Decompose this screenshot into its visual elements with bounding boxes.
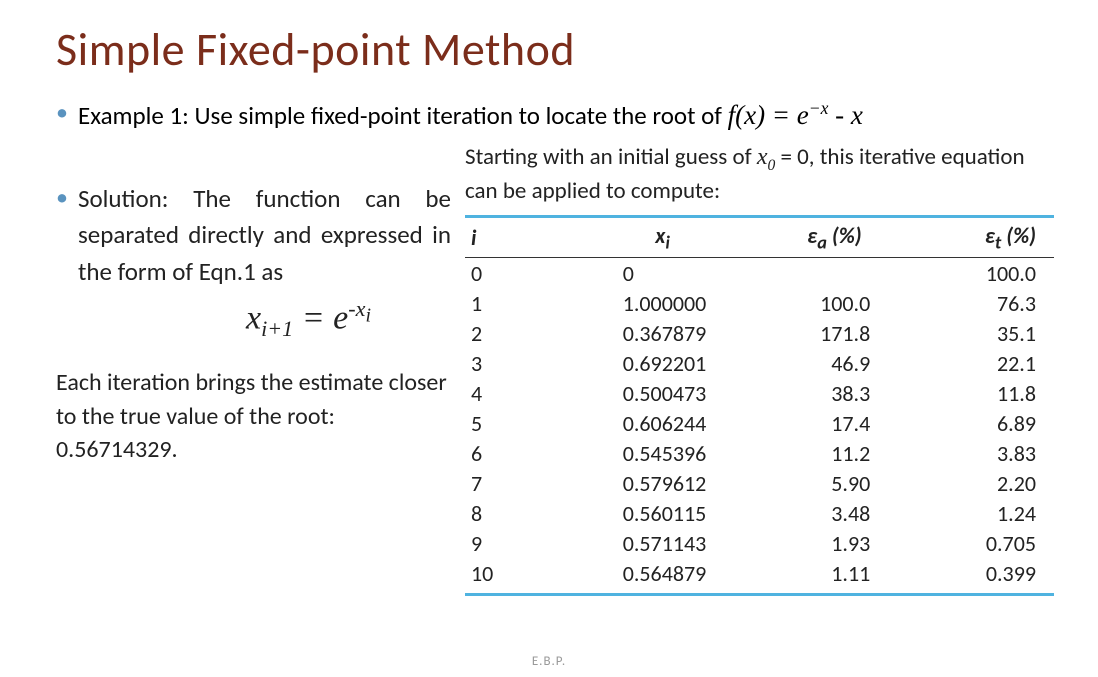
cell-ea: 46.9 [759,348,911,378]
cell-et: 0.399 [910,558,1054,594]
table-row: 100.5648791.110.399 [465,558,1054,594]
cell-i: 8 [465,498,567,528]
cell-xi: 0.500473 [567,378,759,408]
table-row: 30.69220146.922.1 [465,348,1054,378]
cell-xi: 0.560115 [567,498,759,528]
cell-et: 3.83 [910,438,1054,468]
cell-i: 7 [465,468,567,498]
cell-et: 2.20 [910,468,1054,498]
col-header-i: i [465,217,567,258]
cell-xi: 0.367879 [567,318,759,348]
cell-i: 4 [465,378,567,408]
table-row: 11.000000100.076.3 [465,288,1054,318]
cell-i: 3 [465,348,567,378]
example-bullet: • Example 1: Use simple fixed-point iter… [56,96,1054,135]
cell-xi: 0.564879 [567,558,759,594]
cell-ea: 100.0 [759,288,911,318]
cell-et: 35.1 [910,318,1054,348]
cell-ea: 11.2 [759,438,911,468]
iteration-equation: xi+1 = e-xi [166,296,451,342]
cell-xi: 0.579612 [567,468,759,498]
cell-ea: 3.48 [759,498,911,528]
iteration-table: i xi εa (%) εt (%) 00100.011.000000100.0… [465,215,1054,596]
convergence-text: Each iteration brings the estimate close… [56,366,451,467]
table-row: 90.5711431.930.705 [465,528,1054,558]
left-column: • Solution: The function can be separate… [56,141,465,596]
two-column-area: • Solution: The function can be separate… [56,141,1054,596]
table-row: 00 100.0 [465,258,1054,289]
cell-i: 6 [465,438,567,468]
solution-text: Solution: The function can be separated … [78,181,451,290]
cell-xi: 0.692201 [567,348,759,378]
starting-text: Starting with an initial guess of x0 = 0… [465,141,1054,207]
cell-xi: 1.000000 [567,288,759,318]
col-header-xi: xi [567,217,759,258]
cell-i: 5 [465,408,567,438]
example-fx: f(x) = e−x - x [728,100,863,130]
cell-et: 22.1 [910,348,1054,378]
table-header-row: i xi εa (%) εt (%) [465,217,1054,258]
col-header-ea: εa (%) [759,217,911,258]
table-row: 80.5601153.481.24 [465,498,1054,528]
table-row: 20.367879171.835.1 [465,318,1054,348]
cell-ea: 17.4 [759,408,911,438]
cell-xi: 0.571143 [567,528,759,558]
bullet-dot-icon: • [56,96,78,135]
cell-et: 100.0 [910,258,1054,289]
cell-et: 6.89 [910,408,1054,438]
right-column: Starting with an initial guess of x0 = 0… [465,141,1054,596]
cell-et: 11.8 [910,378,1054,408]
table-row: 50.60624417.46.89 [465,408,1054,438]
slide-footer: E.B.P. [0,654,1098,669]
cell-i: 2 [465,318,567,348]
cell-ea: 5.90 [759,468,911,498]
cell-ea: 1.11 [759,558,911,594]
cell-xi: 0.606244 [567,408,759,438]
cell-xi: 0 [567,258,759,289]
bullet-dot-icon: • [56,181,78,290]
example-prefix: Example 1: Use simple fixed-point iterat… [78,100,728,131]
cell-et: 1.24 [910,498,1054,528]
slide: Simple Fixed-point Method • Example 1: U… [0,0,1098,677]
cell-i: 10 [465,558,567,594]
cell-xi: 0.545396 [567,438,759,468]
cell-i: 1 [465,288,567,318]
table-row: 60.54539611.23.83 [465,438,1054,468]
cell-et: 0.705 [910,528,1054,558]
example-text: Example 1: Use simple fixed-point iterat… [78,96,1054,135]
table-body: 00100.011.000000100.076.320.367879171.83… [465,258,1054,595]
table-row: 70.5796125.902.20 [465,468,1054,498]
table-row: 40.50047338.311.8 [465,378,1054,408]
cell-et: 76.3 [910,288,1054,318]
cell-ea: 38.3 [759,378,911,408]
cell-i: 0 [465,258,567,289]
col-header-et: εt (%) [910,217,1054,258]
cell-ea: 1.93 [759,528,911,558]
cell-ea: 171.8 [759,318,911,348]
cell-ea [759,258,911,289]
slide-title: Simple Fixed-point Method [56,22,1054,78]
cell-i: 9 [465,528,567,558]
solution-bullet: • Solution: The function can be separate… [56,181,451,290]
